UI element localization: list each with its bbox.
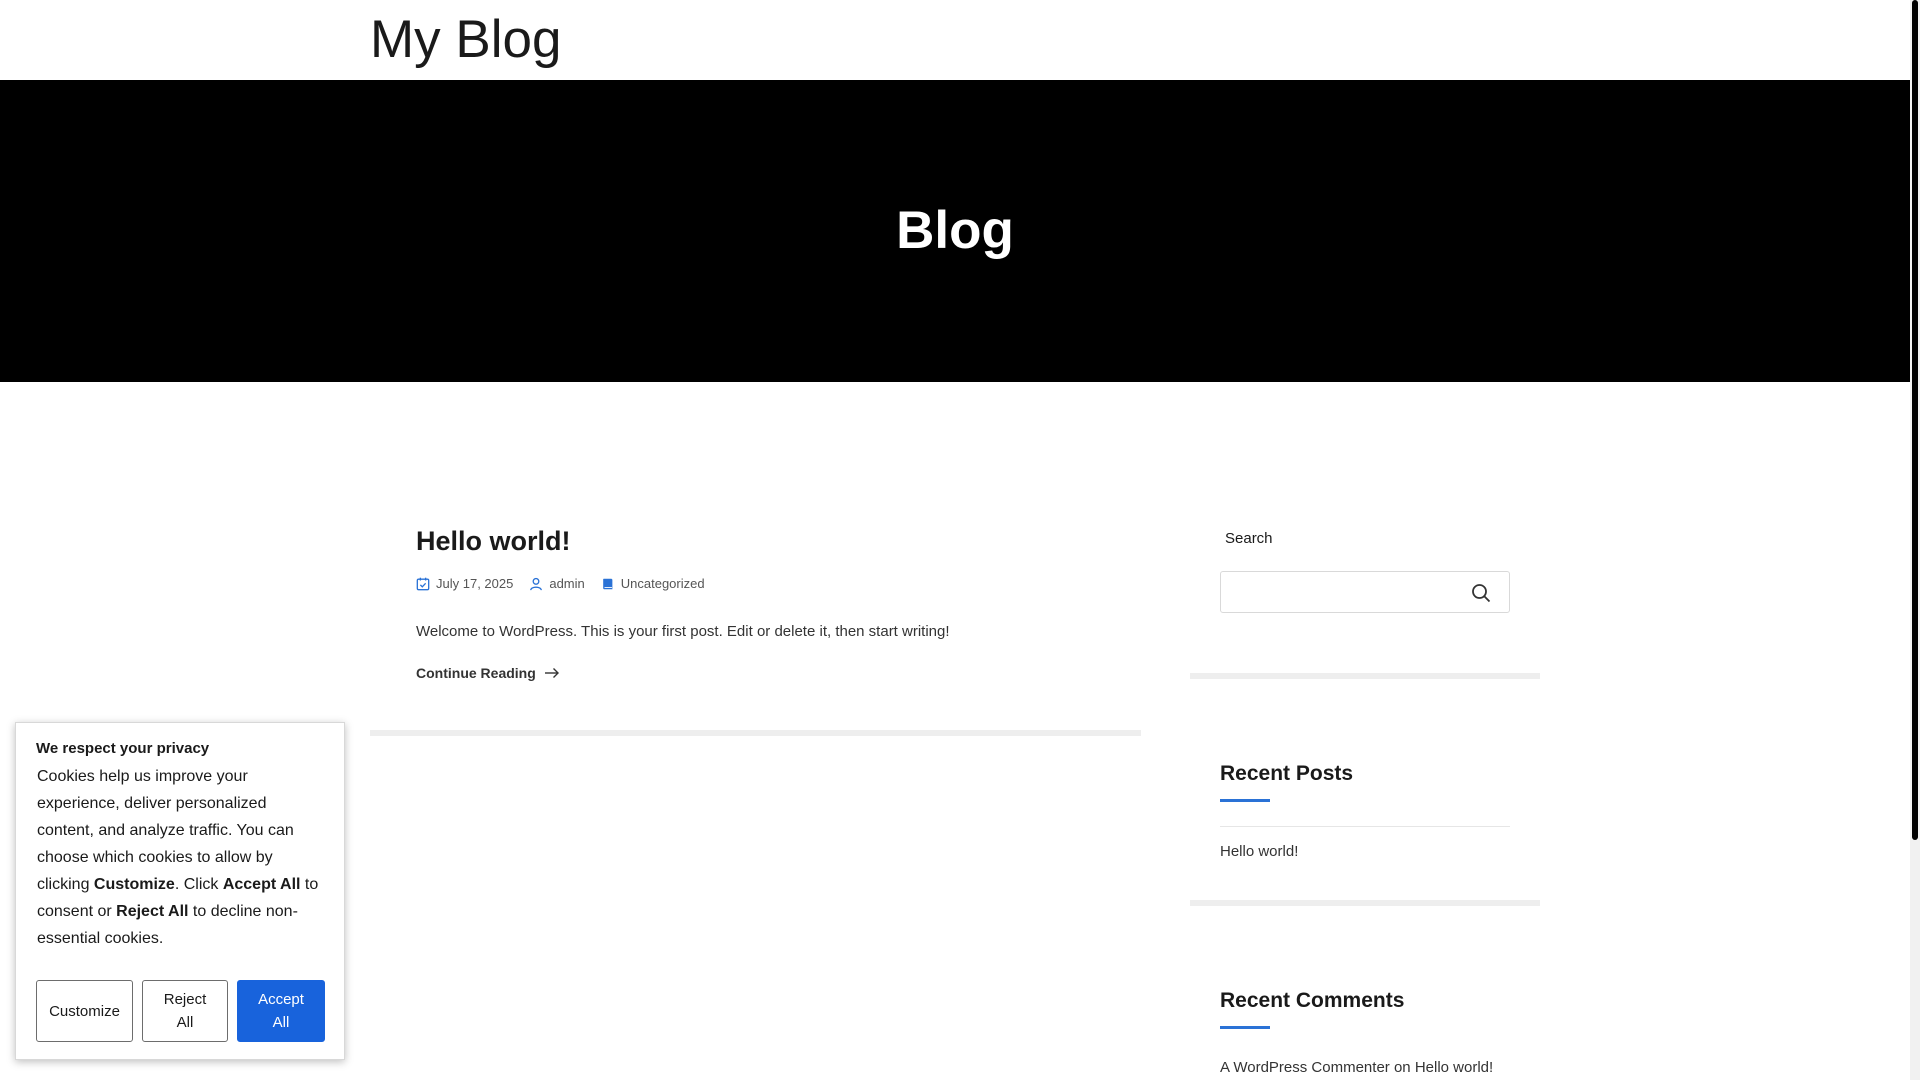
cookie-text-bold: Reject All (116, 903, 189, 920)
search-input[interactable] (1221, 572, 1481, 610)
site-title[interactable]: My Blog (370, 8, 561, 72)
recent-posts-widget: Recent Posts Hello world! (1190, 759, 1540, 860)
search-button[interactable] (1471, 583, 1491, 608)
accept-all-button[interactable]: Accept All (237, 980, 325, 1042)
page-hero: Blog (0, 80, 1910, 382)
cookie-title: We respect your privacy (36, 740, 210, 757)
arrow-right-icon (544, 668, 559, 678)
post-category[interactable]: Uncategorized (601, 576, 705, 591)
post-date[interactable]: July 17, 2025 (416, 576, 513, 591)
comment-connector: on (1393, 1059, 1411, 1076)
site-header: My Blog (0, 0, 1910, 80)
search-form (1220, 571, 1510, 613)
cookie-consent-banner: We respect your privacy Cookies help us … (15, 722, 345, 1060)
cookie-text-bold: Accept All (222, 876, 301, 893)
page-title: Blog (896, 201, 1014, 260)
post-divider (370, 730, 1141, 736)
recent-comment-item: A WordPress Commenter on Hello world! (1220, 1059, 1510, 1076)
calendar-check-icon (416, 577, 430, 590)
search-widget: Search (1190, 520, 1540, 613)
heading-underline (1220, 799, 1270, 802)
recent-comments-widget: Recent Comments A WordPress Commenter on… (1190, 986, 1540, 1076)
continue-reading-label: Continue Reading (416, 665, 536, 681)
scrollbar-thumb[interactable] (1912, 0, 1918, 840)
cookie-text: . Click (174, 876, 223, 893)
post-title-link[interactable]: Hello world! (416, 520, 1141, 562)
recent-comments-heading: Recent Comments (1220, 989, 1405, 1012)
widget-divider (1190, 673, 1540, 679)
recent-post-link[interactable]: Hello world! (1220, 843, 1510, 860)
sidebar: Search Recent Posts Hello world! Recent … (1190, 520, 1540, 1076)
widget-rule (1220, 826, 1510, 827)
continue-reading-link[interactable]: Continue Reading (416, 665, 560, 681)
cookie-text-bold: Customize (93, 876, 175, 893)
comment-post-link[interactable]: Hello world! (1415, 1059, 1493, 1076)
folder-icon (602, 578, 613, 589)
recent-posts-heading: Recent Posts (1220, 762, 1354, 785)
widget-divider (1190, 900, 1540, 906)
user-icon (530, 577, 543, 590)
customize-button[interactable]: Customize (36, 980, 133, 1042)
cookie-description: Cookies help us improve your experience,… (37, 763, 327, 952)
comment-author-link[interactable]: A WordPress Commenter (1220, 1059, 1390, 1076)
post-author-text: admin (549, 576, 585, 591)
blog-post: Hello world! July 17, 2025 admin Uncateg… (370, 520, 1141, 736)
search-label: Search (1225, 530, 1273, 547)
heading-underline (1220, 1026, 1270, 1029)
cookie-text: Cookies help us improve your experience,… (37, 768, 294, 893)
post-author[interactable]: admin (529, 576, 585, 591)
search-icon (1472, 584, 1491, 603)
post-category-text: Uncategorized (620, 576, 705, 591)
post-excerpt: Welcome to WordPress. This is your first… (416, 623, 950, 640)
post-meta: July 17, 2025 admin Uncategorized (416, 576, 1141, 591)
reject-all-button[interactable]: Reject All (142, 980, 228, 1042)
post-date-text: July 17, 2025 (436, 576, 514, 591)
